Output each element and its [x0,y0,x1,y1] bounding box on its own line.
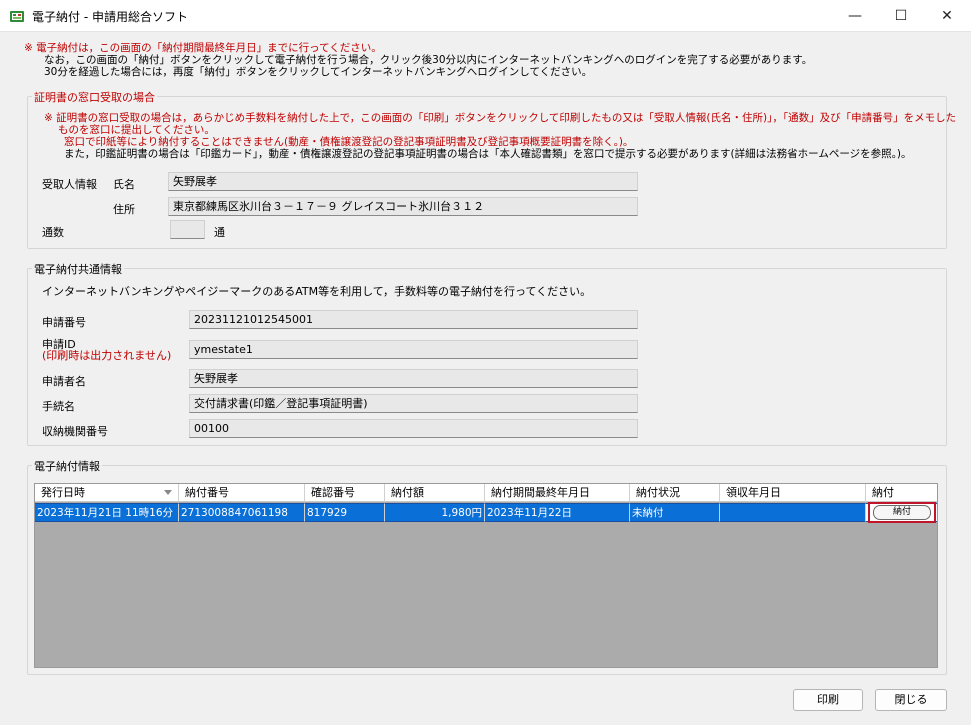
name-label: 氏名 [113,178,135,191]
certificate-note-1: ※ 証明書の窓口受取の場合は，あらかじめ手数料を納付した上で，この画面の「印刷」… [44,112,957,124]
certificate-note-2: ものを窓口に提出してください。 [58,124,215,136]
column-header-received[interactable]: 領収年月日 [720,484,866,502]
recipient-name-field[interactable]: 矢野展孝 [168,172,638,191]
procedure-label: 手続名 [42,400,75,413]
application-no-field[interactable]: 20231121012545001 [189,310,638,329]
payment-table-header: 発行日時 納付番号 確認番号 納付額 納付期間最終年月日 納付状況 領収年月日 … [35,484,937,502]
applicant-field[interactable]: 矢野展孝 [189,369,638,388]
close-icon: ✕ [941,8,953,24]
column-header-pay[interactable]: 納付 [866,484,937,502]
window-title: 電子納付 - 申請用総合ソフト [32,10,188,24]
address-label: 住所 [113,203,135,216]
column-header-issued[interactable]: 発行日時 [35,484,179,502]
title-bar: 電子納付 - 申請用総合ソフト — ☐ ✕ [0,0,971,32]
notice-login-30min: なお，この画面の「納付」ボタンをクリックして電子納付を行う場合，クリック後30分… [44,54,813,66]
cell-amount: 1,980円 [385,503,485,522]
common-description: インターネットバンキングやペイジーマークのあるATM等を利用して，手数料等の電子… [42,285,592,298]
close-button[interactable]: 閉じる [875,689,947,711]
application-id-field[interactable]: ymestate1 [189,340,638,359]
dialog-client: ※ 電子納付は，この画面の「納付期間最終年月日」までに行ってください。 なお，こ… [0,32,971,725]
minimize-button[interactable]: — [832,0,878,32]
notice-relogin: 30分を経過した場合には，再度「納付」ボタンをクリックしてインターネットバンキン… [44,66,593,78]
copies-unit: 通 [214,226,225,239]
column-header-confirmation-no[interactable]: 確認番号 [305,484,385,502]
recipient-label: 受取人情報 [42,178,97,191]
certificate-note-4: また，印鑑証明書の場合は「印鑑カード」，動産・債権譲渡登記の登記事項証明書の場合… [64,148,912,160]
cell-payment-no: 2713008847061198 [179,503,305,522]
notice-deadline: ※ 電子納付は，この画面の「納付期間最終年月日」までに行ってください。 [24,42,382,54]
institution-no-field[interactable]: 00100 [189,419,638,438]
close-window-button[interactable]: ✕ [924,0,970,32]
certificate-group-title: 証明書の窓口受取の場合 [32,89,157,105]
copies-label: 通数 [42,226,64,239]
maximize-icon: ☐ [894,8,908,24]
payment-table[interactable]: 発行日時 納付番号 確認番号 納付額 納付期間最終年月日 納付状況 領収年月日 … [34,483,938,668]
column-header-deadline[interactable]: 納付期間最終年月日 [485,484,630,502]
minimize-icon: — [848,8,862,24]
certificate-note-3: 窓口で印紙等により納付することはできません(動産・債権譲渡登記の登記事項証明書及… [64,136,634,148]
app-icon [10,11,24,22]
application-no-label: 申請番号 [42,316,86,329]
copies-field[interactable] [170,220,205,239]
institution-no-label: 収納機関番号 [42,425,108,438]
cell-received [720,503,866,522]
maximize-button[interactable]: ☐ [878,0,924,32]
cell-issued: 2023年11月21日 11時16分 [35,503,179,522]
application-id-note: (印刷時は出力されません) [42,349,172,362]
cell-deadline: 2023年11月22日 [485,503,630,522]
column-header-payment-no[interactable]: 納付番号 [179,484,305,502]
cell-confirmation-no: 817929 [305,503,385,522]
applicant-label: 申請者名 [42,375,86,388]
pay-button[interactable]: 納付 [873,505,931,520]
payment-group-title: 電子納付情報 [32,458,102,474]
cell-status: 未納付 [630,503,720,522]
column-header-amount[interactable]: 納付額 [385,484,485,502]
procedure-field[interactable]: 交付請求書(印鑑／登記事項証明書) [189,394,638,413]
sort-arrow-icon [164,490,172,495]
recipient-address-field[interactable]: 東京都練馬区氷川台３－１７－９ グレイスコート氷川台３１２ [168,197,638,216]
print-button[interactable]: 印刷 [793,689,863,711]
common-group-title: 電子納付共通情報 [32,261,124,277]
table-row[interactable]: 2023年11月21日 11時16分 2713008847061198 8179… [35,502,937,523]
column-header-status[interactable]: 納付状況 [630,484,720,502]
pay-button-highlight: 納付 [868,502,936,523]
